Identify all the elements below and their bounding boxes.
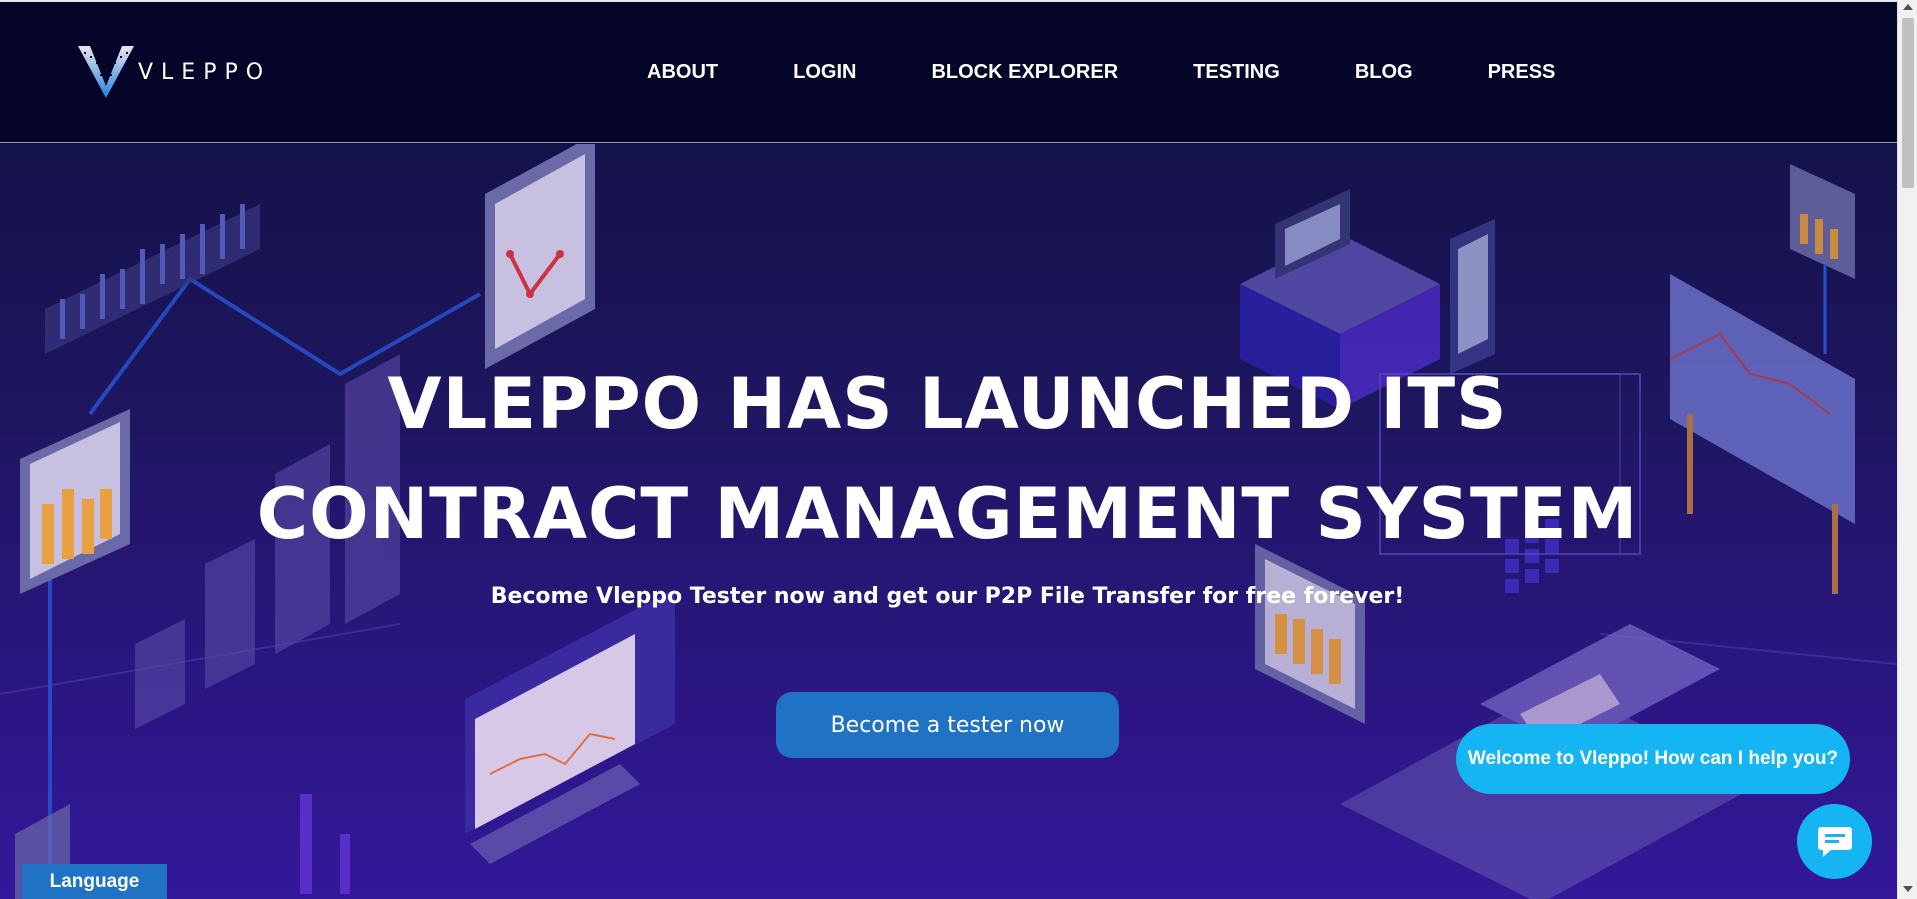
nav-press[interactable]: PRESS <box>1488 61 1556 84</box>
vleppo-logo-icon <box>78 46 134 98</box>
vertical-scrollbar[interactable] <box>1897 0 1917 899</box>
site-header: VLEPPO ABOUT LOGIN BLOCK EXPLORER TESTIN… <box>0 0 1897 143</box>
hero-subtitle: Become Vleppo Tester now and get our P2P… <box>490 584 1405 609</box>
chat-greeting-bubble[interactable]: Welcome to Vleppo! How can I help you? <box>1456 724 1850 794</box>
become-tester-button[interactable]: Become a tester now <box>776 692 1119 758</box>
nav-blog[interactable]: BLOG <box>1355 61 1413 84</box>
nav-block-explorer[interactable]: BLOCK EXPLORER <box>931 61 1118 84</box>
nav-about[interactable]: ABOUT <box>647 61 718 84</box>
main-nav: ABOUT LOGIN BLOCK EXPLORER TESTING BLOG … <box>647 61 1630 84</box>
hero-title: VLEPPO HAS LAUNCHED ITS CONTRACT MANAGEM… <box>200 349 1695 569</box>
nav-login[interactable]: LOGIN <box>793 61 856 84</box>
nav-testing[interactable]: TESTING <box>1193 61 1280 84</box>
brand-logo[interactable]: VLEPPO <box>78 46 271 98</box>
scroll-up-arrow-icon[interactable] <box>1903 4 1913 10</box>
chat-launcher-button[interactable] <box>1797 804 1872 879</box>
brand-name: VLEPPO <box>138 59 272 85</box>
scroll-down-arrow-icon[interactable] <box>1903 886 1913 892</box>
hero-title-line-2: CONTRACT MANAGEMENT SYSTEM <box>256 473 1639 555</box>
hero-title-line-1: VLEPPO HAS LAUNCHED ITS <box>387 363 1508 445</box>
page: VLEPPO ABOUT LOGIN BLOCK EXPLORER TESTIN… <box>0 0 1897 899</box>
scroll-thumb[interactable] <box>1902 18 1914 188</box>
language-selector[interactable]: Language <box>22 864 167 899</box>
chat-icon <box>1817 826 1852 857</box>
